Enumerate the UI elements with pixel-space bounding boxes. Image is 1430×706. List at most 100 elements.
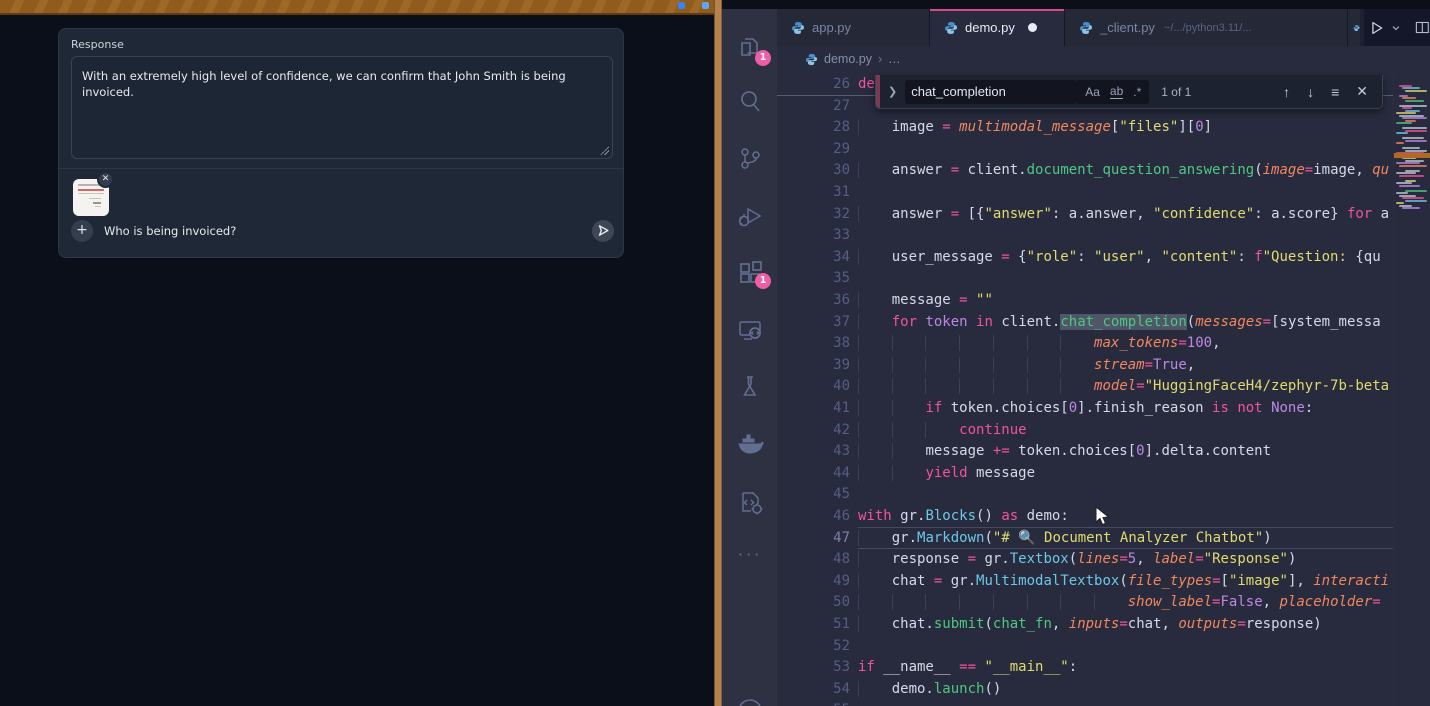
line-number[interactable]: 49	[777, 571, 850, 593]
run-dropdown-chevron-icon[interactable]	[1391, 23, 1401, 33]
code-line[interactable]: 49 chat = gr.MultimodalTextbox(file_type…	[777, 571, 1430, 593]
whole-word-icon[interactable]: ab	[1110, 84, 1123, 99]
minimap[interactable]	[1393, 72, 1430, 706]
line-number[interactable]: 50	[777, 592, 850, 614]
line-number[interactable]: 38	[777, 333, 850, 355]
code-line[interactable]: 39 stream=True,	[777, 355, 1430, 377]
modified-dot-icon[interactable]	[1028, 23, 1037, 32]
remote-explorer-icon[interactable]	[735, 314, 765, 344]
line-number[interactable]: 54	[777, 679, 850, 701]
line-number[interactable]: 34	[777, 247, 850, 269]
code-line[interactable]: 33	[777, 225, 1430, 247]
code-line[interactable]: 36 message = ""	[777, 290, 1430, 312]
code-line[interactable]: 31	[777, 182, 1430, 204]
code-line[interactable]: 38 max_tokens=100,	[777, 333, 1430, 355]
docker-icon[interactable]	[735, 429, 765, 459]
code-line[interactable]: 48 response = gr.Textbox(lines=5, label=…	[777, 549, 1430, 571]
line-number[interactable]: 53	[777, 657, 850, 679]
code-line[interactable]: 37 for token in client.chat_completion(m…	[777, 312, 1430, 334]
line-number[interactable]: 45	[777, 484, 850, 506]
run-debug-icon[interactable]	[735, 200, 765, 230]
line-number[interactable]: 30	[777, 160, 850, 182]
find-previous-icon[interactable]: ↑	[1283, 84, 1290, 100]
line-number[interactable]: 41	[777, 398, 850, 420]
line-number[interactable]: 32	[777, 204, 850, 226]
run-button-icon[interactable]	[1369, 20, 1385, 36]
code-line[interactable]: 45	[777, 484, 1430, 506]
code-line[interactable]: 53if __name__ == "__main__":	[777, 657, 1430, 679]
breadcrumb-more[interactable]: …	[888, 52, 901, 66]
code-line[interactable]: 32 answer = [{"answer": a.answer, "confi…	[777, 204, 1430, 226]
breadcrumb-file[interactable]: demo.py	[824, 52, 872, 66]
code-line[interactable]: 35	[777, 268, 1430, 290]
find-widget-sash[interactable]	[876, 75, 880, 108]
line-number[interactable]: 27	[777, 96, 850, 118]
line-number[interactable]: 44	[777, 463, 850, 485]
code-line[interactable]: 30 answer = client.document_question_ans…	[777, 160, 1430, 182]
find-next-icon[interactable]: ↓	[1307, 84, 1314, 100]
code-line[interactable]: 41 if token.choices[0].finish_reason is …	[777, 398, 1430, 420]
line-number[interactable]: 43	[777, 441, 850, 463]
python-icon	[944, 21, 958, 35]
line-number[interactable]: 51	[777, 614, 850, 636]
line-number[interactable]: 36	[777, 290, 850, 312]
find-expand-chevron-icon[interactable]: ❯	[888, 85, 897, 98]
chat-input-value[interactable]: Who is being invoiced?	[104, 224, 236, 238]
code-line[interactable]: 51 chat.submit(chat_fn, inputs=chat, out…	[777, 614, 1430, 636]
line-number[interactable]: 35	[777, 268, 850, 290]
tab-app-py[interactable]: app.py	[777, 9, 930, 46]
code-line[interactable]: 55	[777, 700, 1430, 706]
breadcrumb[interactable]: demo.py › …	[777, 46, 1430, 72]
find-in-selection-icon[interactable]: ≡	[1331, 84, 1339, 100]
split-editor-icon[interactable]	[1415, 20, 1430, 35]
account-icon[interactable]	[735, 689, 765, 706]
line-number[interactable]: 46	[777, 506, 850, 528]
code-line[interactable]: 44 yield message	[777, 463, 1430, 485]
browser-bar-icon	[678, 2, 685, 9]
code-editor[interactable]: 26de2728 image = multimodal_message["fil…	[777, 72, 1430, 706]
find-close-icon[interactable]: ✕	[1356, 83, 1368, 100]
remove-attachment-button[interactable]: ✕	[97, 171, 114, 188]
code-line[interactable]: 42 continue	[777, 420, 1430, 442]
code-line[interactable]: 54 demo.launch()	[777, 679, 1430, 701]
line-number[interactable]: 39	[777, 355, 850, 377]
line-number[interactable]: 55	[777, 700, 850, 706]
code-line[interactable]: 40 model="HuggingFaceH4/zephyr-7b-beta	[777, 376, 1430, 398]
line-number[interactable]: 52	[777, 636, 850, 658]
line-number[interactable]: 48	[777, 549, 850, 571]
explorer-icon[interactable]: 1	[735, 32, 765, 62]
response-textarea[interactable]: With an extremely high level of confiden…	[71, 56, 613, 159]
code-line[interactable]: 34 user_message = {"role": "user", "cont…	[777, 247, 1430, 269]
line-number[interactable]: 31	[777, 182, 850, 204]
line-number[interactable]: 33	[777, 225, 850, 247]
code-line[interactable]: 29	[777, 139, 1430, 161]
extensions-icon[interactable]: 1	[735, 257, 765, 287]
code-line[interactable]: 28 image = multimodal_message["files"][0…	[777, 117, 1430, 139]
tab-client-py[interactable]: _client.py ~/.../python3.11/...	[1065, 9, 1348, 46]
line-number[interactable]: 40	[777, 376, 850, 398]
search-icon[interactable]	[735, 86, 765, 116]
resize-handle-icon[interactable]	[600, 146, 609, 155]
line-number[interactable]: 37	[777, 312, 850, 334]
testing-icon[interactable]	[735, 371, 765, 401]
send-icon	[597, 224, 610, 237]
code-line[interactable]: 47 gr.Markdown("# 🔍 Document Analyzer Ch…	[777, 528, 1430, 550]
tab-partial[interactable]	[1348, 9, 1360, 46]
match-case-icon[interactable]: Aa	[1085, 85, 1100, 99]
send-button[interactable]	[592, 220, 614, 242]
line-number[interactable]: 42	[777, 420, 850, 442]
source-control-icon[interactable]	[735, 143, 765, 173]
code-line[interactable]: 43 message += token.choices[0].delta.con…	[777, 441, 1430, 463]
line-number[interactable]: 28	[777, 117, 850, 139]
tab-demo-py[interactable]: demo.py	[930, 9, 1065, 46]
code-config-icon[interactable]	[735, 487, 765, 517]
line-number[interactable]: 47	[777, 528, 850, 550]
add-file-button[interactable]: +	[71, 220, 93, 242]
code-line[interactable]: 50 show_label=False, placeholder=	[777, 592, 1430, 614]
code-line[interactable]: 46with gr.Blocks() as demo:	[777, 506, 1430, 528]
line-number[interactable]: 29	[777, 139, 850, 161]
find-input[interactable]: chat_completion	[905, 80, 1077, 104]
regex-icon[interactable]: .*	[1133, 85, 1141, 99]
code-line[interactable]: 52	[777, 636, 1430, 658]
more-icon[interactable]: ···	[738, 545, 768, 575]
